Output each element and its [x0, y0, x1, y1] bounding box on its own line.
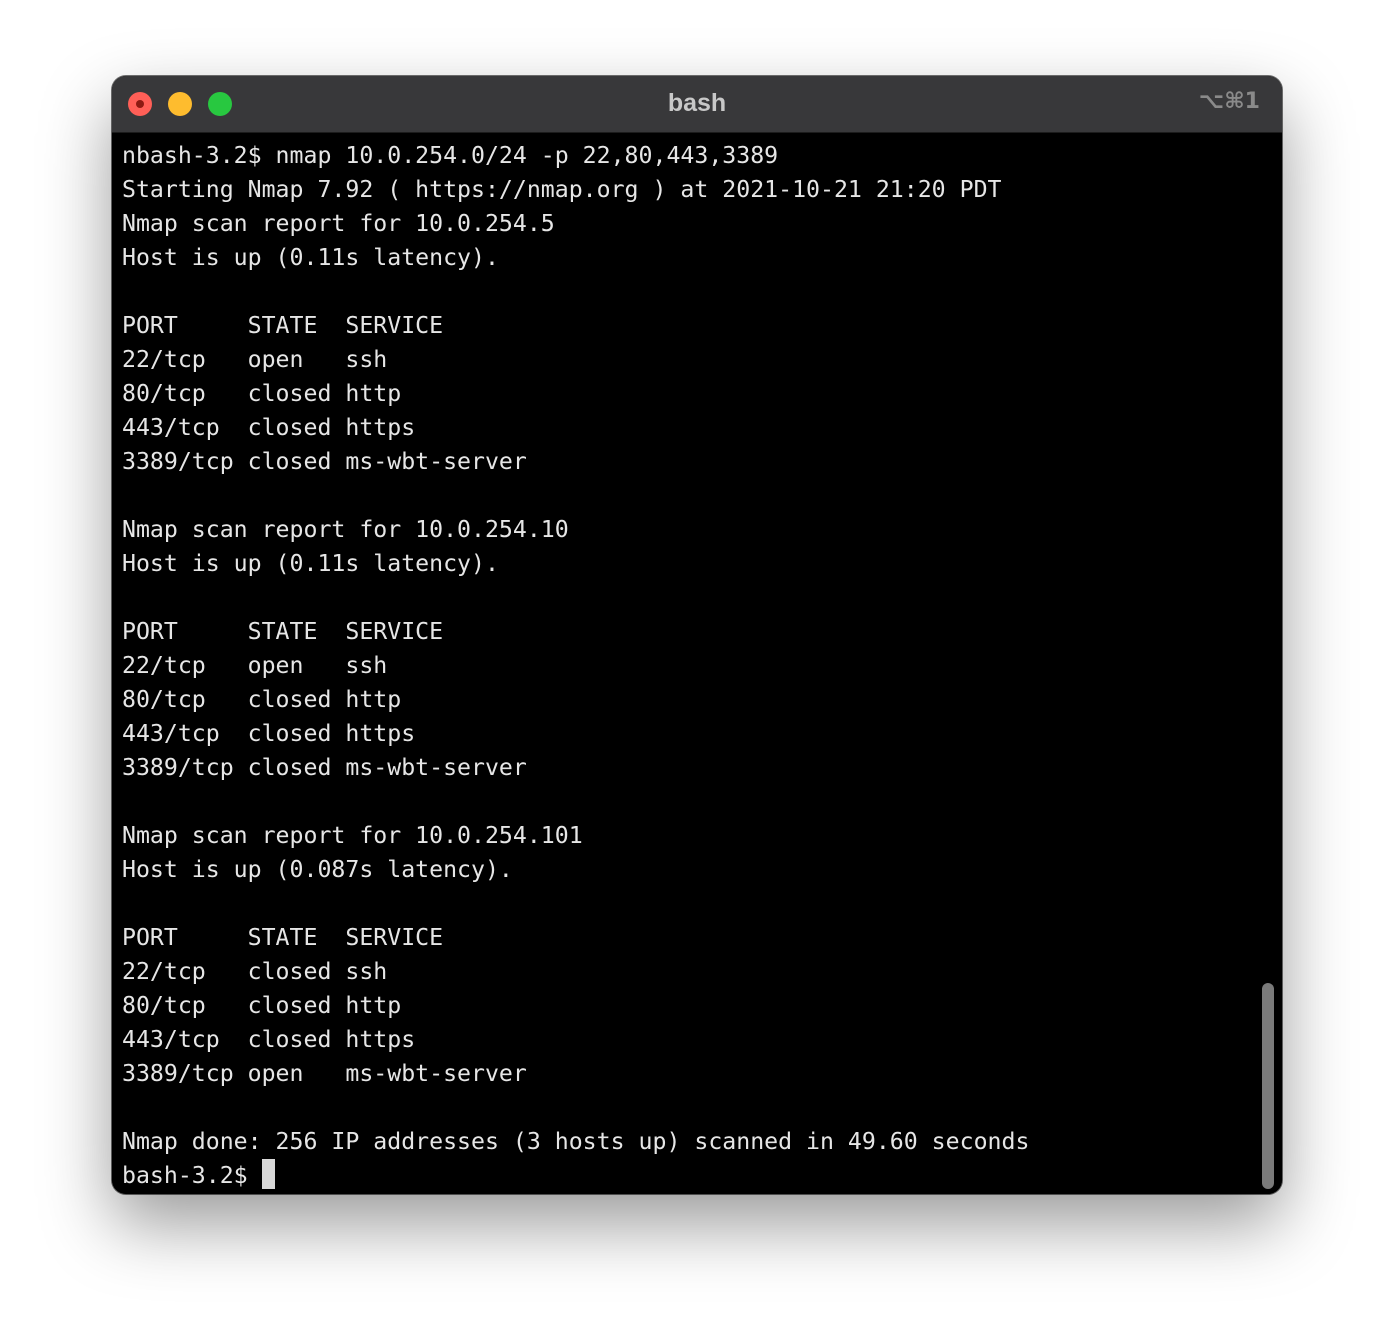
output-line: PORT STATE SERVICE — [122, 924, 444, 951]
output-line: 80/tcp closed http — [122, 686, 402, 713]
scrollbar-thumb[interactable] — [1262, 983, 1274, 1189]
prompt-line[interactable]: bash-3.2$ — [122, 1159, 1029, 1193]
output-line: 80/tcp closed http — [122, 380, 402, 407]
terminal-output: nbash-3.2$ nmap 10.0.254.0/24 -p 22,80,4… — [122, 139, 1029, 1193]
output-line: Nmap scan report for 10.0.254.101 — [122, 822, 583, 849]
output-line: Starting Nmap 7.92 ( https://nmap.org ) … — [122, 176, 1002, 203]
window-shortcut: ⌥⌘1 — [1198, 89, 1260, 114]
output-line: nbash-3.2$ nmap 10.0.254.0/24 -p 22,80,4… — [122, 142, 779, 169]
minimize-button[interactable] — [168, 92, 192, 116]
terminal-content[interactable]: nbash-3.2$ nmap 10.0.254.0/24 -p 22,80,4… — [112, 133, 1282, 1194]
terminal-window: bash ⌥⌘1 nbash-3.2$ nmap 10.0.254.0/24 -… — [112, 76, 1282, 1194]
close-icon — [136, 100, 144, 108]
output-line: 22/tcp closed ssh — [122, 958, 388, 985]
output-line: Nmap scan report for 10.0.254.5 — [122, 210, 555, 237]
output-line: Nmap done: 256 IP addresses (3 hosts up)… — [122, 1128, 1030, 1155]
output-line: 3389/tcp open ms-wbt-server — [122, 1060, 527, 1087]
output-line: 3389/tcp closed ms-wbt-server — [122, 448, 527, 475]
close-button[interactable] — [128, 92, 152, 116]
output-line: 22/tcp open ssh — [122, 346, 388, 373]
output-line: Host is up (0.11s latency). — [122, 550, 499, 577]
output-line: 443/tcp closed https — [122, 414, 416, 441]
output-line: 3389/tcp closed ms-wbt-server — [122, 754, 527, 781]
output-line: 443/tcp closed https — [122, 1026, 416, 1053]
output-line: Host is up (0.087s latency). — [122, 856, 513, 883]
scrollbar[interactable] — [1252, 133, 1282, 1194]
title-bar[interactable]: bash ⌥⌘1 — [112, 76, 1282, 133]
output-line: 443/tcp closed https — [122, 720, 416, 747]
text-cursor — [261, 1159, 275, 1189]
output-line: PORT STATE SERVICE — [122, 618, 444, 645]
output-line: 80/tcp closed http — [122, 992, 402, 1019]
output-line: PORT STATE SERVICE — [122, 312, 444, 339]
shell-prompt: bash-3.2$ — [122, 1162, 262, 1189]
window-title: bash — [667, 89, 727, 117]
zoom-button[interactable] — [208, 92, 232, 116]
output-line: 22/tcp open ssh — [122, 652, 388, 679]
output-line: Nmap scan report for 10.0.254.10 — [122, 516, 569, 543]
output-line: Host is up (0.11s latency). — [122, 244, 499, 271]
